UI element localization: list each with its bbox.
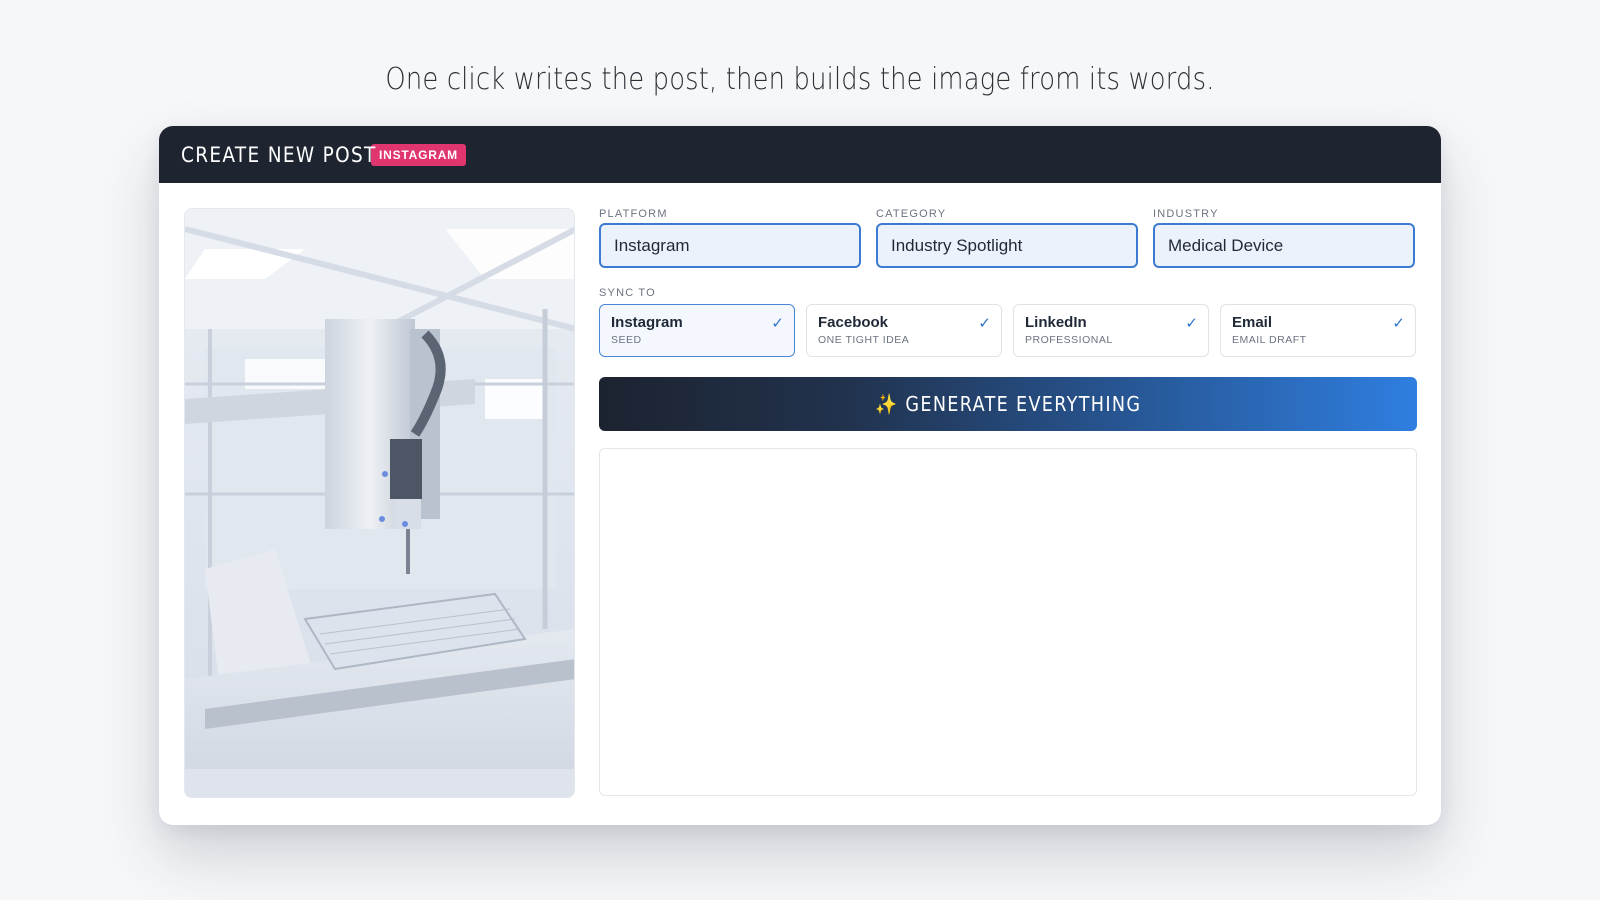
create-post-card: CREATE NEW POST INSTAGRAM PLATFORM Insta… (159, 126, 1441, 825)
industry-input[interactable]: Medical Device (1153, 223, 1415, 268)
page-headline: One click writes the post, then builds t… (385, 62, 1215, 97)
field-row: PLATFORM Instagram CATEGORY Industry Spo… (599, 208, 1417, 268)
platform-input[interactable]: Instagram (599, 223, 861, 268)
industry-field: INDUSTRY Medical Device (1153, 208, 1415, 268)
sync-options: Instagram SEED ✓ Facebook ONE TIGHT IDEA… (599, 304, 1417, 357)
sync-option-sub: PROFESSIONAL (1025, 334, 1113, 346)
generate-button-content: ✨ GENERATE EVERYTHING (875, 392, 1141, 416)
sync-option-name: LinkedIn (1025, 314, 1087, 331)
post-form: PLATFORM Instagram CATEGORY Industry Spo… (599, 208, 1417, 796)
platform-label: PLATFORM (599, 208, 668, 220)
generated-output-area[interactable] (599, 448, 1417, 796)
sync-option-name: Instagram (611, 314, 683, 331)
sparkles-icon: ✨ (874, 392, 899, 416)
card-title: CREATE NEW POST (181, 142, 377, 167)
lab-robot-photo (185, 209, 574, 797)
check-icon: ✓ (1392, 315, 1405, 332)
sync-option-instagram[interactable]: Instagram SEED ✓ (599, 304, 795, 357)
sync-option-sub: ONE TIGHT IDEA (818, 334, 910, 346)
sync-option-name: Facebook (818, 314, 889, 331)
sync-option-name: Email (1232, 314, 1273, 331)
generate-everything-button[interactable]: ✨ GENERATE EVERYTHING (599, 377, 1417, 431)
check-icon: ✓ (771, 315, 784, 332)
check-icon: ✓ (978, 315, 991, 332)
card-header: CREATE NEW POST INSTAGRAM (159, 126, 1441, 183)
category-label: CATEGORY (876, 208, 947, 220)
category-field: CATEGORY Industry Spotlight (876, 208, 1138, 268)
industry-label: INDUSTRY (1153, 208, 1219, 220)
sync-option-email[interactable]: Email EMAIL DRAFT ✓ (1220, 304, 1416, 357)
generate-button-label: GENERATE EVERYTHING (905, 392, 1142, 416)
category-input[interactable]: Industry Spotlight (876, 223, 1138, 268)
sync-to-label: SYNC TO (599, 287, 656, 299)
post-image-preview (184, 208, 575, 798)
platform-field: PLATFORM Instagram (599, 208, 861, 268)
sync-option-sub: SEED (611, 334, 642, 346)
sync-option-facebook[interactable]: Facebook ONE TIGHT IDEA ✓ (806, 304, 1002, 357)
sync-option-linkedin[interactable]: LinkedIn PROFESSIONAL ✓ (1013, 304, 1209, 357)
check-icon: ✓ (1185, 315, 1198, 332)
platform-badge: INSTAGRAM (371, 143, 466, 166)
sync-option-sub: EMAIL DRAFT (1232, 334, 1307, 346)
